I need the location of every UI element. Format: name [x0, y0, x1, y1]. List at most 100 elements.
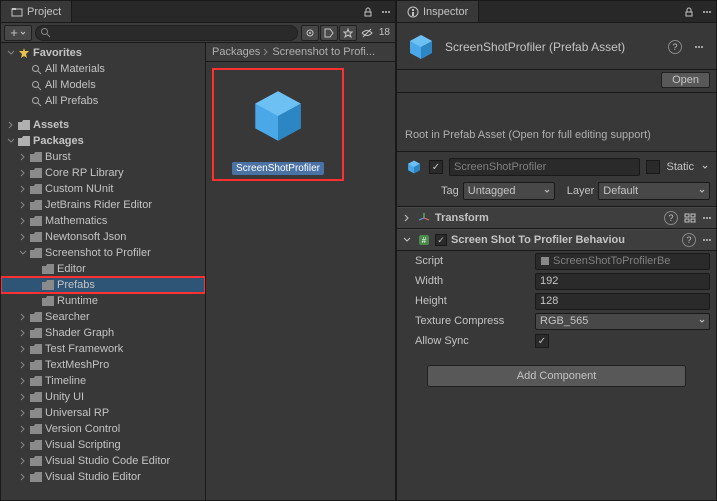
active-checkbox[interactable]: ✓ [429, 160, 443, 174]
folder-icon [29, 454, 43, 468]
transform-icon [417, 211, 431, 225]
tree-prefabs-folder[interactable]: Prefabs [1, 277, 205, 293]
static-dropdown-icon[interactable] [700, 164, 710, 170]
tree-fav-item[interactable]: All Materials [1, 61, 205, 77]
component-enable-checkbox[interactable]: ✓ [435, 234, 447, 246]
prop-allow-sync: Allow Sync ✓ [397, 331, 716, 351]
menu-icon[interactable] [702, 235, 712, 245]
folder-icon [29, 390, 43, 404]
prefab-icon [405, 31, 437, 63]
tree-favorites[interactable]: Favorites [1, 45, 205, 61]
prop-script: Script ScreenShotToProfilerBe [397, 251, 716, 271]
inspector-tab-bar: Inspector [397, 1, 716, 23]
tab-inspector[interactable]: Inspector [397, 1, 479, 22]
width-field[interactable]: 192 [535, 273, 710, 290]
tree-pkg-item[interactable]: TextMeshPro [1, 357, 205, 373]
star-icon [17, 46, 31, 60]
tree-fav-item[interactable]: All Prefabs [1, 93, 205, 109]
tree-pkg-item[interactable]: Newtonsoft Json [1, 229, 205, 245]
prefab-hint: Root in Prefab Asset (Open for full edit… [397, 119, 716, 152]
tree-pkg-item[interactable]: Burst [1, 149, 205, 165]
open-button[interactable]: Open [661, 72, 710, 88]
help-icon[interactable]: ? [682, 233, 696, 247]
tree-pkg-item[interactable]: JetBrains Rider Editor [1, 197, 205, 213]
script-field[interactable]: ScreenShotToProfilerBe [535, 253, 710, 270]
add-component-button[interactable]: Add Component [427, 365, 686, 387]
menu-icon[interactable] [690, 42, 708, 52]
layer-dropdown[interactable]: Default [598, 182, 710, 200]
folder-icon [29, 438, 43, 452]
prefab-icon [238, 76, 318, 156]
script-icon: # [417, 233, 431, 247]
tree-pkg-item[interactable]: Visual Studio Editor [1, 469, 205, 485]
prefab-icon [405, 158, 423, 176]
breadcrumb-item[interactable]: Screenshot to Profi... [272, 46, 375, 58]
menu-icon[interactable] [702, 213, 712, 223]
tree-pkg-item[interactable]: Universal RP [1, 405, 205, 421]
search-input[interactable] [35, 25, 298, 41]
tree-pkg-item[interactable]: Visual Scripting [1, 437, 205, 453]
lock-icon[interactable] [359, 1, 377, 22]
static-label: Static [666, 161, 694, 173]
tag-dropdown[interactable]: Untagged [463, 182, 555, 200]
inspector-icon [407, 6, 419, 18]
chevron-right-icon [263, 48, 269, 56]
create-button[interactable]: + [4, 25, 32, 41]
tree-pkg-item[interactable]: Test Framework [1, 341, 205, 357]
tree-pkg-item[interactable]: Core RP Library [1, 165, 205, 181]
folder-icon [29, 422, 43, 436]
search-icon [29, 62, 43, 76]
project-icon [11, 6, 23, 18]
script-icon [540, 256, 550, 266]
tree-pkg-item[interactable]: Custom NUnit [1, 181, 205, 197]
menu-icon[interactable] [377, 1, 395, 22]
folder-icon [41, 262, 55, 276]
folder-icon [29, 182, 43, 196]
preset-icon[interactable] [684, 213, 696, 223]
tree-pkg-item[interactable]: Unity UI [1, 389, 205, 405]
menu-icon[interactable] [698, 1, 716, 22]
filter-by-label-icon[interactable] [320, 25, 338, 41]
gameobject-name-field[interactable]: ScreenShotProfiler [449, 158, 640, 176]
tree-fav-item[interactable]: All Models [1, 77, 205, 93]
tree-pkg-item[interactable]: Version Control [1, 421, 205, 437]
behaviour-header[interactable]: # ✓ Screen Shot To Profiler Behaviou ? [397, 229, 716, 251]
allow-sync-checkbox[interactable]: ✓ [535, 334, 549, 348]
tree-runtime-folder[interactable]: Runtime [1, 293, 205, 309]
tree-pkg-item[interactable]: Visual Studio Code Editor [1, 453, 205, 469]
tree-pkg-item[interactable]: Shader Graph [1, 325, 205, 341]
search-icon [40, 27, 51, 38]
tree-pkg-item[interactable]: Timeline [1, 373, 205, 389]
static-checkbox[interactable] [646, 160, 660, 174]
breadcrumb-item[interactable]: Packages [212, 46, 260, 58]
project-tab-bar: Project [1, 1, 395, 23]
hidden-toggle-icon[interactable] [358, 25, 376, 41]
tree-pkg-screenshot[interactable]: Screenshot to Profiler [1, 245, 205, 261]
tree-pkg-item[interactable]: Mathematics [1, 213, 205, 229]
project-tree: Favorites All Materials All Models All P… [1, 43, 206, 500]
tag-label: Tag [441, 185, 459, 197]
folder-icon [29, 310, 43, 324]
asset-grid: Packages Screenshot to Profi... ScreenSh… [206, 43, 395, 500]
folder-icon [29, 230, 43, 244]
filter-by-type-icon[interactable] [301, 25, 319, 41]
tree-packages[interactable]: Packages [1, 133, 205, 149]
tree-pkg-item[interactable]: Searcher [1, 309, 205, 325]
tab-project[interactable]: Project [1, 1, 72, 22]
tab-project-label: Project [27, 6, 61, 18]
search-icon [29, 94, 43, 108]
tree-editor-folder[interactable]: Editor [1, 261, 205, 277]
tree-assets[interactable]: Assets [1, 117, 205, 133]
help-icon[interactable]: ? [664, 211, 678, 225]
folder-icon [29, 214, 43, 228]
breadcatumb[interactable]: Packages Screenshot to Profi... [206, 43, 395, 62]
asset-item[interactable]: ScreenShotProfiler [214, 70, 342, 179]
help-icon[interactable]: ? [668, 40, 682, 54]
folder-icon [29, 470, 43, 484]
texture-compress-dropdown[interactable]: RGB_565 [535, 313, 710, 330]
folder-icon [29, 342, 43, 356]
transform-header[interactable]: Transform ? [397, 207, 716, 229]
height-field[interactable]: 128 [535, 293, 710, 310]
save-search-icon[interactable] [339, 25, 357, 41]
lock-icon[interactable] [680, 1, 698, 22]
